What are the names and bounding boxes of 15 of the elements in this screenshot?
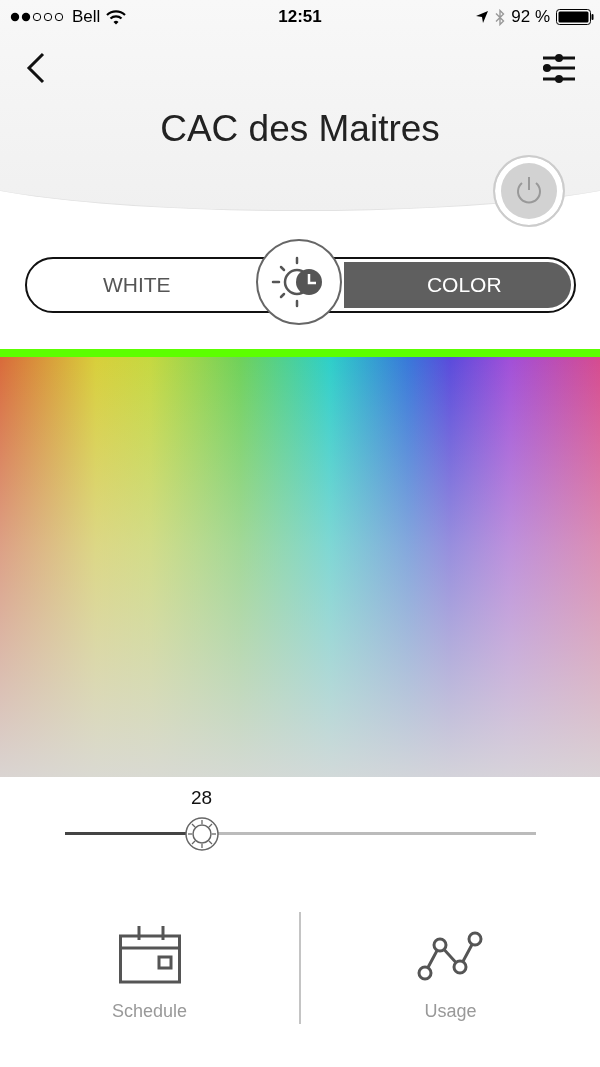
brightness-value: 28 — [190, 787, 214, 809]
battery-percent: 92 % — [511, 7, 550, 27]
mode-tab[interactable]: COLOR — [343, 262, 571, 308]
wifi-icon — [106, 9, 127, 25]
device-title: CAC des Maitres — [159, 108, 441, 150]
calendar-icon — [118, 925, 181, 985]
location-arrow-icon — [475, 10, 490, 24]
bluetooth-icon — [495, 8, 506, 26]
battery-icon — [556, 9, 594, 25]
slider-thumb[interactable] — [184, 817, 219, 851]
signal-dots-icon — [10, 12, 66, 22]
brightness-slider[interactable] — [65, 817, 536, 851]
carrier-name: Bell — [72, 7, 101, 27]
color-picker[interactable] — [0, 357, 600, 777]
status-time: 12:51 — [278, 7, 322, 27]
